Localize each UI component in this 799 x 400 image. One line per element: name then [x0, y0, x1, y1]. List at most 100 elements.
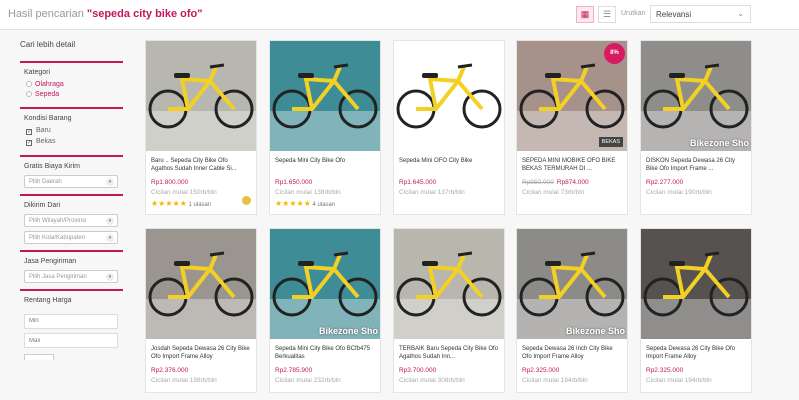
product-name[interactable]: SEPEDA MINI MOBIKE OFO BIKE BEKAS TERMUR… [522, 157, 622, 174]
bike-photo [146, 229, 256, 339]
current-price: Rp874.000 [556, 179, 589, 186]
product-image[interactable]: Bikezone Sho [517, 229, 627, 339]
region-select[interactable]: Pilih Daerah ▾ [24, 175, 118, 188]
watermark: Bikezone Sho [565, 326, 625, 336]
filter-rentang-harga: Rentang Harga [20, 289, 123, 366]
product-name[interactable]: DISKON Sepeda Dewasa 26 City Bike Ofo Im… [646, 157, 746, 174]
product-price: Rp2.277.000 [646, 179, 746, 186]
installment-text: Cicilan mulai 138rb/bln [275, 189, 341, 196]
product-price: Rp2.376.000 [151, 367, 251, 374]
product-card[interactable]: Baru .. Sepeda City Bike Ofo Agathos Sud… [145, 40, 257, 215]
product-image[interactable] [641, 229, 751, 339]
coin-icon [242, 196, 251, 205]
bike-photo [394, 41, 504, 151]
condition-checkbox-baru[interactable]: ✓ Baru [26, 127, 119, 135]
installment-text: Cicilan mulai 194rb/bln [522, 377, 588, 384]
product-card[interactable]: Josdah Sepeda Dewasa 26 City Bike Ofo Im… [145, 228, 257, 393]
product-price: Rp1.800.000 [151, 179, 251, 186]
product-card[interactable]: Sepeda Dewasa 26 City Bike Ofo Import Fr… [640, 228, 752, 393]
radio-icon [26, 91, 32, 97]
grid-icon: ▦ [580, 9, 590, 19]
price-min-input[interactable] [24, 313, 118, 329]
product-card[interactable]: Sepeda Mini OFO City Bike Rp1.645.000 Cici… [393, 40, 505, 215]
bike-photo [641, 41, 751, 151]
installment-text: Cicilan mulai 137rb/bln [399, 189, 465, 196]
product-name[interactable]: Sepeda Dewasa 26 City Bike Ofo Import Fr… [646, 345, 746, 362]
watermark: Bikezone Sho [689, 138, 749, 148]
condition-checkbox-bekas[interactable]: ✓ Bekas [26, 138, 119, 146]
product-name[interactable]: Sepeda Dewasa 26 Inch City Bike Ofo Impo… [522, 345, 622, 362]
current-price: Rp3.700.000 [399, 367, 437, 374]
product-rating: ★★★★★ 1 ulasan [151, 199, 251, 208]
list-view-button[interactable]: ☰ [598, 6, 616, 23]
grid-view-button[interactable]: ▦ [576, 6, 594, 23]
product-card[interactable]: Bikezone Sho DISKON Sepeda Dewasa 26 City… [640, 40, 752, 215]
bike-photo [146, 41, 256, 151]
chevron-down-icon: ▾ [106, 178, 114, 186]
bike-photo [270, 229, 380, 339]
courier-select[interactable]: Pilih Jasa Pengiriman ▾ [24, 270, 118, 283]
star-icons: ★★★★★ [151, 199, 187, 208]
product-price: Rp1.645.000 [399, 179, 499, 186]
chevron-down-icon: ▾ [106, 217, 114, 225]
filter-gratis-ongkir: Gratis Biaya Kirim Pilih Daerah ▾ [20, 155, 123, 194]
current-price: Rp2.325.000 [522, 367, 560, 374]
bike-photo [517, 229, 627, 339]
product-image[interactable] [270, 41, 380, 151]
star-icons: ★★★★★ [275, 199, 311, 208]
product-price: Rp2.785.900 [275, 367, 375, 374]
city-select[interactable]: Pilih Kota/Kabupaten ▾ [24, 231, 118, 244]
installment-text: Cicilan mulai 198rb/bln [151, 377, 217, 384]
product-image[interactable]: 8% BEKAS [517, 41, 627, 151]
bike-photo [641, 229, 751, 339]
checkbox-icon: ✓ [26, 129, 33, 135]
filter-title: Jasa Pengiriman [24, 258, 77, 265]
product-name[interactable]: Sepeda Mini City Bike Ofo [275, 157, 375, 174]
radio-icon [26, 81, 32, 87]
current-price: Rp1.650.000 [275, 179, 313, 186]
product-image[interactable] [394, 41, 504, 151]
category-option-sepeda[interactable]: Sepeda [26, 91, 119, 98]
chevron-down-icon: ⌄ [737, 9, 744, 18]
product-name[interactable]: TERBAIK Baru Sepeda City Bike Ofo Agatho… [399, 345, 499, 362]
apply-price-button[interactable] [24, 354, 54, 360]
chevron-down-icon: ▾ [106, 234, 114, 242]
category-option-olahraga[interactable]: Olahraga [26, 81, 119, 88]
province-select[interactable]: Pilih Wilayah/Provinsi ▾ [24, 214, 118, 227]
product-image[interactable]: Bikezone Sho [641, 41, 751, 151]
checkbox-icon: ✓ [26, 140, 33, 146]
product-card[interactable]: Bikezone Sho Sepeda Dewasa 26 Inch City B… [516, 228, 628, 393]
price-max-input[interactable] [24, 333, 118, 348]
current-price: Rp2.277.000 [646, 179, 684, 186]
review-count: 4 ulasan [312, 202, 336, 208]
product-image[interactable]: Bikezone Sho [270, 229, 380, 339]
current-price: Rp1.645.000 [399, 179, 437, 186]
filter-title: Gratis Biaya Kirim [24, 163, 81, 170]
installment-text: Cicilan mulai 150rb/bln [151, 189, 217, 196]
current-price: Rp2.376.000 [151, 367, 189, 374]
product-price: Rp2.325.000 [646, 367, 746, 374]
product-image[interactable] [394, 229, 504, 339]
product-name[interactable]: Josdah Sepeda Dewasa 26 City Bike Ofo Im… [151, 345, 251, 362]
filter-title: Rentang Harga [24, 297, 72, 304]
product-image[interactable] [146, 41, 256, 151]
bike-photo [394, 229, 504, 339]
condition-tag: BEKAS [598, 137, 623, 147]
product-card[interactable]: Sepeda Mini City Bike Ofo Rp1.650.000 Cici… [269, 40, 381, 215]
installment-text: Cicilan mulai 194rb/bln [646, 377, 712, 384]
product-image[interactable] [146, 229, 256, 339]
filter-title: Kondisi Barang [24, 115, 72, 122]
product-price: Rp2.325.000 [522, 367, 622, 374]
product-name[interactable]: Baru .. Sepeda City Bike Ofo Agathos Sud… [151, 157, 251, 174]
search-query: "sepeda city bike ofo" [86, 8, 203, 20]
product-card[interactable]: Bikezone Sho Sepeda Mini City Bike Ofo BC… [269, 228, 381, 393]
product-card[interactable]: TERBAIK Baru Sepeda City Bike Ofo Agatho… [393, 228, 505, 393]
sort-select[interactable]: Relevansi ⌄ [650, 5, 751, 23]
installment-text: Cicilan mulai 232rb/bln [275, 377, 341, 384]
product-card[interactable]: 8% BEKAS SEPEDA MINI MOBIKE OFO BIKE BEKAS… [516, 40, 628, 215]
filter-dikirim-dari: Dikirim Dari Pilih Wilayah/Provinsi ▾ Pil… [20, 194, 123, 250]
product-name[interactable]: Sepeda Mini OFO City Bike [399, 157, 499, 174]
product-name[interactable]: Sepeda Mini City Bike Ofo BCfb475 Berkua… [275, 345, 375, 362]
product-price: Rp3.700.000 [399, 367, 499, 374]
filter-sidebar: Cari lebih detail Kategori Olahraga Sepe… [20, 40, 123, 366]
